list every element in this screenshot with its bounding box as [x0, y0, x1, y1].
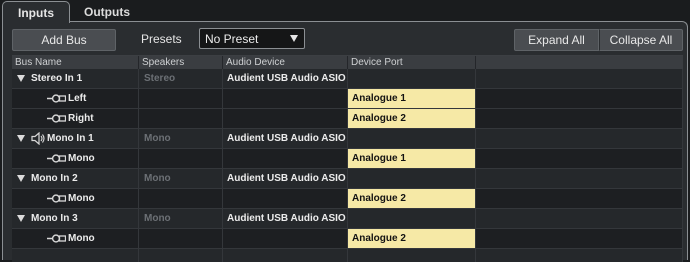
presets-dropdown[interactable]: No Preset — [199, 28, 305, 49]
triangle-down-icon[interactable] — [17, 135, 25, 142]
channel-name-cell: Mono — [12, 229, 139, 248]
speakers-cell — [139, 249, 223, 262]
empty-cell — [476, 169, 683, 188]
empty-cell — [476, 69, 683, 88]
empty-cell — [476, 149, 683, 168]
speakers-cell: Mono — [139, 169, 223, 188]
channel-name: Right — [68, 113, 94, 124]
device-port-cell[interactable]: Analogue 2 — [348, 189, 476, 208]
speakers-cell — [139, 149, 223, 168]
bus-name: Mono In 2 — [31, 173, 78, 184]
bus-name-cell — [12, 249, 139, 262]
speaker-icon — [31, 132, 45, 145]
column-header-spacer — [476, 56, 683, 69]
audio-connections-window: Inputs Outputs Add Bus Presets No Preset… — [0, 0, 690, 262]
table-row[interactable]: Left Analogue 1 — [12, 89, 683, 109]
presets-label: Presets — [141, 32, 182, 46]
channel-name-cell: Left — [12, 89, 139, 108]
speakers-cell: Stereo — [139, 69, 223, 88]
tab-bar: Inputs Outputs — [0, 0, 690, 23]
table-row[interactable]: Mono Analogue 2 — [12, 229, 683, 249]
bus-name-cell[interactable]: Mono In 3 — [12, 209, 139, 228]
device-port-cell[interactable]: Analogue 2 — [348, 229, 476, 248]
channel-plug-icon — [47, 194, 66, 203]
empty-cell — [476, 89, 683, 108]
speakers-cell — [139, 89, 223, 108]
table-row[interactable]: Mono In 1 Mono Audient USB Audio ASIO Dr… — [12, 129, 683, 149]
empty-cell — [476, 109, 683, 128]
channel-name-cell: Right — [12, 109, 139, 128]
audio-device-cell[interactable]: Audient USB Audio ASIO Dri — [223, 69, 348, 88]
speakers-cell: Mono — [139, 209, 223, 228]
triangle-down-icon[interactable] — [17, 215, 25, 222]
channel-name-cell: Mono — [12, 149, 139, 168]
device-port-cell — [348, 249, 476, 262]
table-header: Bus Name Speakers Audio Device Device Po… — [12, 56, 683, 69]
column-header-speakers[interactable]: Speakers — [139, 56, 223, 69]
bus-table: Bus Name Speakers Audio Device Device Po… — [12, 55, 683, 262]
expand-all-button[interactable]: Expand All — [514, 29, 599, 51]
channel-name: Left — [68, 93, 87, 104]
device-port-cell[interactable]: Analogue 1 — [348, 149, 476, 168]
tab-outputs[interactable]: Outputs — [76, 2, 138, 21]
bus-name-cell[interactable]: Mono In 1 — [12, 129, 139, 148]
bus-name-cell[interactable]: Mono In 2 — [12, 169, 139, 188]
channel-name: Mono — [68, 233, 95, 244]
device-port-cell[interactable]: Analogue 1 — [348, 89, 476, 108]
empty-cell — [476, 229, 683, 248]
bus-name: Stereo In 1 — [31, 73, 83, 84]
inputs-panel: Add Bus Presets No Preset Expand All Col… — [2, 21, 688, 262]
device-port-cell — [348, 209, 476, 228]
channel-name: Mono — [68, 153, 95, 164]
device-port-cell[interactable]: Analogue 2 — [348, 109, 476, 128]
table-row[interactable]: Mono Analogue 1 — [12, 149, 683, 169]
table-row[interactable]: Stereo In 1 Stereo Audient USB Audio ASI… — [12, 69, 683, 89]
audio-device-cell — [223, 109, 348, 128]
bus-name: Mono In 3 — [31, 213, 78, 224]
audio-device-cell[interactable]: Audient USB Audio ASIO Dri — [223, 129, 348, 148]
column-header-bus-name[interactable]: Bus Name — [12, 56, 139, 69]
bus-name-cell[interactable]: Stereo In 1 — [12, 69, 139, 88]
tab-inputs[interactable]: Inputs — [2, 1, 70, 23]
channel-name-cell: Mono — [12, 189, 139, 208]
audio-device-cell — [223, 149, 348, 168]
collapse-all-button[interactable]: Collapse All — [599, 29, 683, 51]
channel-plug-icon — [47, 154, 66, 163]
speakers-cell — [139, 189, 223, 208]
speakers-cell — [139, 109, 223, 128]
audio-device-cell[interactable]: Audient USB Audio ASIO Dri — [223, 169, 348, 188]
column-header-audio-device[interactable]: Audio Device — [223, 56, 348, 69]
empty-cell — [476, 249, 683, 262]
audio-device-cell — [223, 89, 348, 108]
column-header-device-port[interactable]: Device Port — [348, 56, 476, 69]
channel-plug-icon — [47, 234, 66, 243]
presets-value: No Preset — [205, 31, 259, 46]
channel-plug-icon — [47, 94, 66, 103]
empty-cell — [476, 209, 683, 228]
device-port-cell — [348, 69, 476, 88]
table-row[interactable]: Mono In 2 Mono Audient USB Audio ASIO Dr… — [12, 169, 683, 189]
speakers-cell: Mono — [139, 129, 223, 148]
speakers-cell — [139, 229, 223, 248]
device-port-cell — [348, 169, 476, 188]
device-port-cell — [348, 129, 476, 148]
table-row[interactable]: Right Analogue 2 — [12, 109, 683, 129]
channel-plug-icon — [47, 114, 66, 123]
triangle-down-icon[interactable] — [17, 175, 25, 182]
channel-name: Mono — [68, 193, 95, 204]
empty-cell — [476, 129, 683, 148]
add-bus-button[interactable]: Add Bus — [12, 29, 116, 51]
audio-device-cell — [223, 249, 348, 262]
empty-cell — [476, 189, 683, 208]
chevron-down-icon — [290, 35, 298, 42]
triangle-down-icon[interactable] — [17, 75, 25, 82]
audio-device-cell — [223, 229, 348, 248]
table-row — [12, 249, 683, 262]
audio-device-cell[interactable]: Audient USB Audio ASIO Dri — [223, 209, 348, 228]
table-row[interactable]: Mono In 3 Mono Audient USB Audio ASIO Dr… — [12, 209, 683, 229]
bus-name: Mono In 1 — [47, 133, 94, 144]
table-row[interactable]: Mono Analogue 2 — [12, 189, 683, 209]
audio-device-cell — [223, 189, 348, 208]
